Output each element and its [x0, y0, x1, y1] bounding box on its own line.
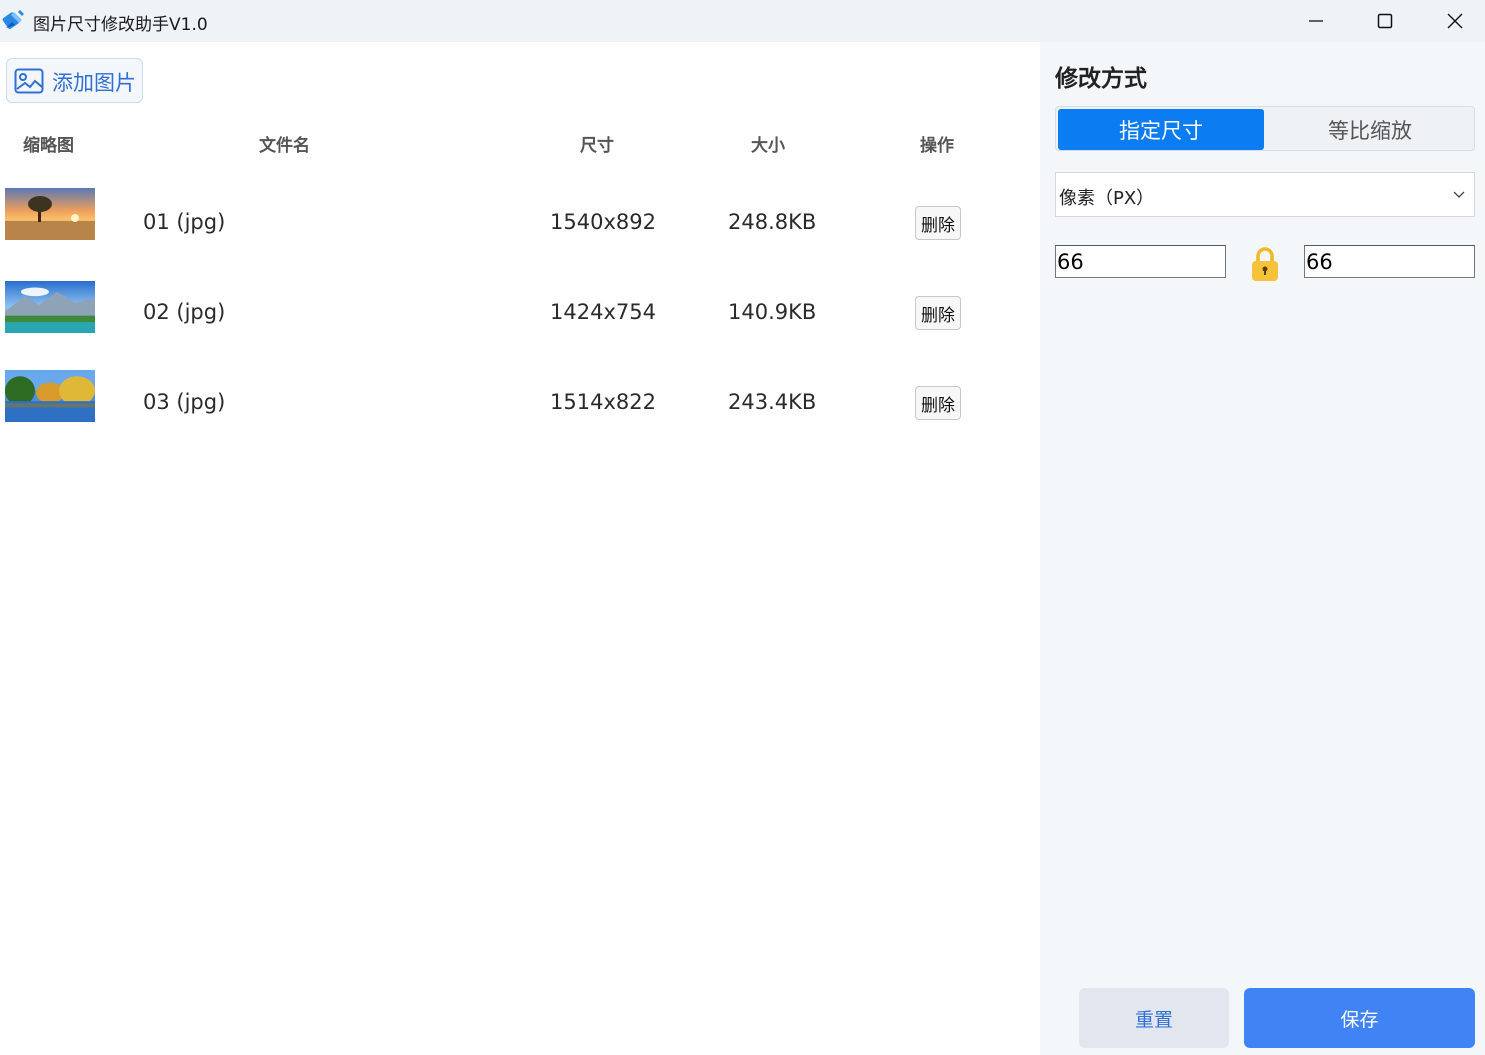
mode-toggle: 指定尺寸 等比缩放 [1055, 106, 1475, 151]
maximize-icon [1377, 13, 1393, 29]
minimize-button[interactable] [1281, 0, 1351, 42]
column-header-filename: 文件名 [259, 136, 310, 156]
window-title: 图片尺寸修改助手V1.0 [33, 15, 208, 35]
file-size: 248.8KB [728, 210, 817, 234]
file-dimensions: 1540x892 [550, 210, 656, 234]
table-row: 01 (jpg) 1540x892 248.8KB 删除 [0, 178, 1040, 268]
unit-select[interactable]: 像素（PX） [1055, 172, 1475, 217]
close-button[interactable] [1420, 0, 1485, 42]
reset-button[interactable]: 重置 [1079, 988, 1229, 1048]
file-name: 01 (jpg) [143, 210, 226, 234]
mode-title: 修改方式 [1055, 66, 1147, 92]
close-icon [1447, 13, 1463, 29]
app-icon [2, 10, 24, 29]
width-input[interactable] [1055, 245, 1226, 278]
add-images-label: 添加图片 [52, 71, 136, 95]
add-images-button[interactable]: 添加图片 [6, 58, 143, 103]
height-input[interactable] [1304, 245, 1475, 278]
delete-button[interactable]: 删除 [915, 206, 961, 240]
file-size: 243.4KB [728, 390, 817, 414]
delete-button[interactable]: 删除 [915, 386, 961, 420]
column-header-size: 大小 [751, 136, 785, 156]
file-name: 03 (jpg) [143, 390, 226, 414]
file-dimensions: 1424x754 [550, 300, 656, 324]
title-bar: 图片尺寸修改助手V1.0 [0, 0, 1485, 42]
column-header-thumbnail: 缩略图 [23, 136, 74, 156]
table-row: 03 (jpg) 1514x822 243.4KB 删除 [0, 358, 1040, 448]
minimize-icon [1309, 20, 1323, 22]
save-button[interactable]: 保存 [1244, 988, 1475, 1048]
mode-specify-size-tab[interactable]: 指定尺寸 [1058, 109, 1264, 150]
thumbnail-image [5, 370, 95, 422]
mode-proportional-scale-tab[interactable]: 等比缩放 [1267, 109, 1473, 150]
unit-select-value: 像素（PX） [1059, 188, 1155, 209]
thumbnail-image [5, 188, 95, 240]
file-size: 140.9KB [728, 300, 817, 324]
file-list-panel: 添加图片 缩略图 文件名 尺寸 大小 操作 01 (jpg) 1540x892 … [0, 42, 1040, 1055]
column-header-actions: 操作 [920, 136, 954, 156]
image-icon [14, 68, 44, 94]
file-dimensions: 1514x822 [550, 390, 656, 414]
column-header-dimensions: 尺寸 [580, 136, 614, 156]
file-name: 02 (jpg) [143, 300, 226, 324]
thumbnail-image [5, 281, 95, 333]
delete-button[interactable]: 删除 [915, 296, 961, 330]
maximize-button[interactable] [1350, 0, 1420, 42]
settings-panel: 修改方式 指定尺寸 等比缩放 像素（PX） 重置 保存 [1040, 42, 1485, 1055]
table-row: 02 (jpg) 1424x754 140.9KB 删除 [0, 268, 1040, 358]
lock-icon[interactable] [1250, 246, 1280, 282]
chevron-down-icon [1453, 191, 1465, 198]
